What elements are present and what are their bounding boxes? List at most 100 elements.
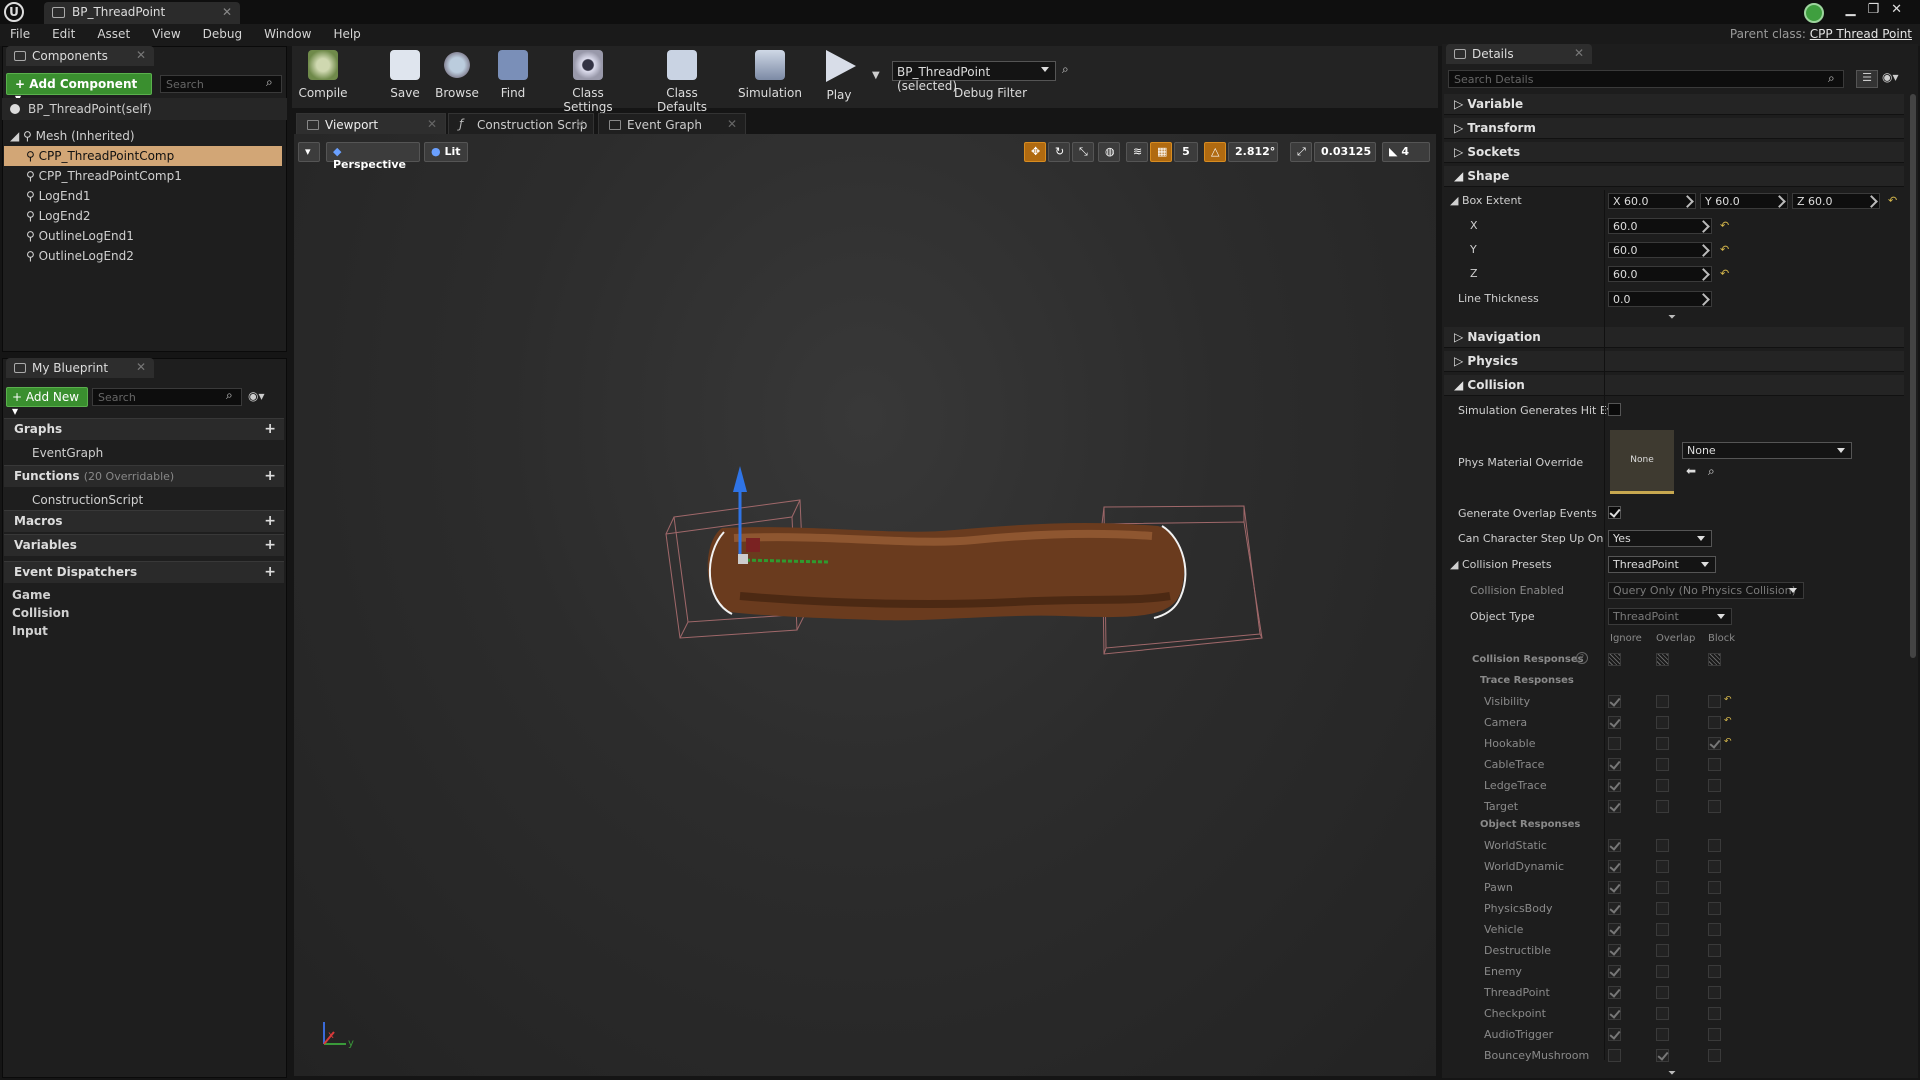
scale-mode-icon[interactable]: ⤡ — [1072, 142, 1094, 162]
minimize-icon[interactable]: ▁ — [1845, 2, 1867, 17]
browse-asset-icon[interactable]: ⌕ — [1708, 464, 1715, 479]
category-shape[interactable]: ◢ Shape — [1444, 166, 1904, 187]
viewport-options-button[interactable]: ▾ — [298, 142, 320, 162]
reset-box-z-icon[interactable]: ↶ — [1720, 267, 1729, 280]
grid-snap-icon[interactable]: ▦ — [1150, 142, 1172, 162]
category-game[interactable]: Game — [8, 585, 51, 605]
response-overlap-checkbox[interactable] — [1656, 860, 1669, 873]
response-overlap-checkbox[interactable] — [1656, 1007, 1669, 1020]
components-tab[interactable]: Components ✕ — [6, 46, 154, 66]
event-graph-item[interactable]: EventGraph — [8, 443, 284, 463]
sim-hit-events-checkbox[interactable] — [1608, 403, 1621, 416]
grid-snap-value[interactable]: 5 — [1174, 142, 1198, 162]
close-construction-tab-icon[interactable]: ✕ — [575, 117, 585, 131]
component-item[interactable]: ◢ ⚲ Mesh (Inherited) — [4, 126, 282, 146]
details-scrollbar[interactable] — [1910, 94, 1916, 658]
reset-response-icon[interactable]: ↶ — [1724, 716, 1732, 726]
response-overlap-checkbox[interactable] — [1656, 839, 1669, 852]
tab-viewport[interactable]: Viewport ✕ — [296, 113, 446, 135]
class-defaults-button[interactable]: Class Defaults — [640, 48, 724, 114]
box-y-field[interactable]: 60.0 — [1608, 242, 1712, 258]
response-block-checkbox[interactable] — [1708, 779, 1721, 792]
help-icon[interactable]: ? — [1576, 652, 1588, 664]
response-overlap-checkbox[interactable] — [1656, 800, 1669, 813]
add-component-button[interactable]: + Add Component ▾ — [6, 73, 152, 105]
response-ignore-checkbox[interactable] — [1608, 860, 1621, 873]
response-block-checkbox[interactable] — [1708, 881, 1721, 894]
rotate-mode-icon[interactable]: ↻ — [1048, 142, 1070, 162]
box-x-field[interactable]: 60.0 — [1608, 218, 1712, 234]
add-variable-icon[interactable]: + — [264, 537, 276, 553]
event-dispatchers-section[interactable]: Event Dispatchers + — [4, 561, 284, 583]
category-variable[interactable]: ▷ Variable — [1444, 94, 1904, 115]
response-ignore-checkbox[interactable] — [1608, 737, 1621, 750]
viewport[interactable]: x y — [294, 134, 1436, 1076]
response-block-checkbox[interactable] — [1708, 1028, 1721, 1041]
box-extent-y-field[interactable]: Y 60.0 — [1700, 193, 1788, 209]
close-details-icon[interactable]: ✕ — [1574, 46, 1584, 60]
maximize-icon[interactable]: ❐ — [1867, 2, 1891, 17]
category-collision[interactable]: Collision — [8, 603, 69, 623]
reset-box-x-icon[interactable]: ↶ — [1720, 219, 1729, 232]
response-overlap-checkbox[interactable] — [1656, 965, 1669, 978]
menu-debug[interactable]: Debug — [193, 24, 242, 41]
response-block-checkbox[interactable] — [1708, 695, 1721, 708]
tab-event-graph[interactable]: Event Graph ✕ — [598, 113, 746, 135]
scale-snap-value[interactable]: 0.03125 — [1314, 142, 1376, 162]
play-button[interactable]: Play — [808, 48, 870, 104]
response-overlap-checkbox[interactable] — [1656, 737, 1669, 750]
response-block-checkbox[interactable] — [1708, 860, 1721, 873]
macros-section[interactable]: Macros + — [4, 510, 284, 532]
component-item[interactable]: ⚲ LogEnd2 — [4, 206, 282, 226]
close-components-icon[interactable]: ✕ — [136, 48, 146, 62]
box-z-field[interactable]: 60.0 — [1608, 266, 1712, 282]
box-extent-x-field[interactable]: X 60.0 — [1608, 193, 1696, 209]
class-settings-button[interactable]: Class Settings — [546, 48, 630, 114]
parent-class-link[interactable]: CPP Thread Point — [1810, 27, 1912, 41]
category-navigation[interactable]: ▷ Navigation — [1444, 327, 1904, 348]
response-block-checkbox[interactable] — [1708, 923, 1721, 936]
response-block-checkbox[interactable] — [1708, 986, 1721, 999]
document-tab[interactable]: BP_ThreadPoint ✕ — [44, 2, 240, 24]
overlap-events-checkbox[interactable] — [1608, 506, 1621, 519]
debug-search-icon[interactable]: ⌕ — [1062, 62, 1069, 77]
overlap-all-checkbox[interactable] — [1656, 653, 1669, 666]
response-overlap-checkbox[interactable] — [1656, 779, 1669, 792]
menu-edit[interactable]: Edit — [42, 24, 75, 41]
response-block-checkbox[interactable] — [1708, 902, 1721, 915]
world-local-icon[interactable]: ◍ — [1098, 142, 1120, 162]
debug-object-select[interactable]: BP_ThreadPoint (selected) — [892, 61, 1056, 93]
tab-construction-script[interactable]: ƒ Construction Scrip ✕ — [448, 113, 594, 135]
category-transform[interactable]: ▷ Transform — [1444, 118, 1904, 139]
add-macro-icon[interactable]: + — [264, 513, 276, 529]
response-overlap-checkbox[interactable] — [1656, 986, 1669, 999]
response-ignore-checkbox[interactable] — [1608, 800, 1621, 813]
line-thickness-field[interactable]: 0.0 — [1608, 291, 1712, 307]
response-ignore-checkbox[interactable] — [1608, 902, 1621, 915]
category-collision[interactable]: ◢ Collision — [1444, 375, 1904, 396]
reset-box-extent-icon[interactable]: ↶ — [1888, 194, 1897, 207]
components-search-input[interactable]: Search — [160, 75, 282, 93]
phys-material-thumbnail[interactable]: None — [1610, 430, 1674, 494]
details-search-input[interactable]: Search Details — [1448, 70, 1844, 88]
response-overlap-checkbox[interactable] — [1656, 923, 1669, 936]
compile-button[interactable]: Compile — [292, 48, 354, 104]
perspective-button[interactable]: ◆ Perspective — [326, 142, 420, 171]
lit-button[interactable]: ● Lit — [424, 142, 468, 162]
details-tab[interactable]: Details ✕ — [1446, 44, 1592, 64]
play-options-icon[interactable]: ▼ — [872, 70, 880, 81]
camera-speed-button[interactable]: ◣ 4 — [1382, 142, 1430, 162]
simulation-button[interactable]: Simulation — [732, 48, 808, 104]
response-ignore-checkbox[interactable] — [1608, 965, 1621, 978]
ignore-all-checkbox[interactable] — [1608, 653, 1621, 666]
menu-window[interactable]: Window — [254, 24, 311, 41]
response-block-checkbox[interactable] — [1708, 758, 1721, 771]
reset-response-icon[interactable]: ↶ — [1724, 695, 1732, 705]
step-up-select[interactable]: Yes — [1608, 530, 1712, 547]
add-graph-icon[interactable]: + — [264, 421, 276, 437]
visibility-eye-icon[interactable]: ◉▾ — [248, 389, 265, 403]
self-row[interactable]: BP_ThreadPoint(self) — [2, 98, 287, 120]
response-overlap-checkbox[interactable] — [1656, 881, 1669, 894]
graphs-section[interactable]: Graphs + — [4, 418, 284, 440]
response-overlap-checkbox[interactable] — [1656, 716, 1669, 729]
